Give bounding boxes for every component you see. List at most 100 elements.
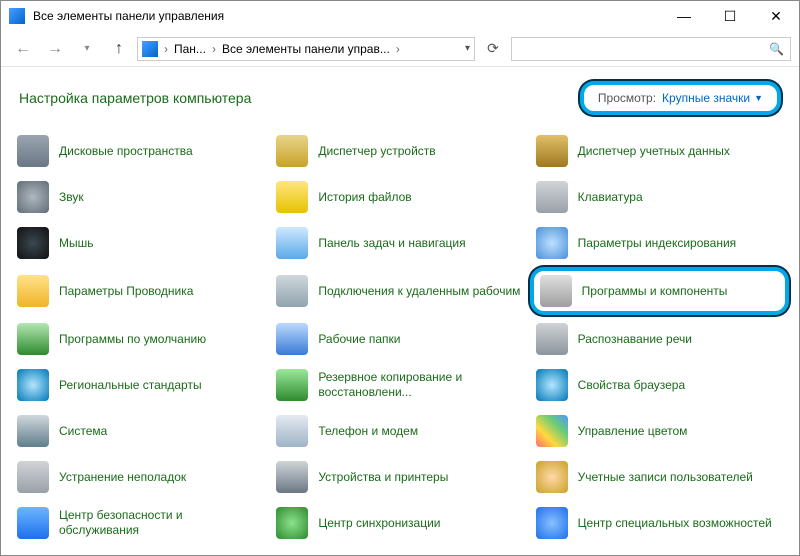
phone-modem-icon [276, 415, 308, 447]
control-panel-item-keyboard[interactable]: Клавиатура [530, 175, 789, 219]
view-selector[interactable]: Просмотр: Крупные значки ▼ [580, 81, 781, 115]
control-panel-item-default-programs[interactable]: Программы по умолчанию [11, 317, 270, 361]
item-label: Дисковые пространства [59, 144, 193, 159]
control-panel-item-sound[interactable]: Звук [11, 175, 270, 219]
control-panel-item-region[interactable]: Региональные стандарты [11, 363, 270, 407]
troubleshooting-icon [17, 461, 49, 493]
item-label: Свойства браузера [578, 378, 686, 393]
storage-spaces-icon [17, 135, 49, 167]
keyboard-icon [536, 181, 568, 213]
address-bar[interactable]: › Пан... › Все элементы панели управ... … [137, 37, 475, 61]
item-label: Диспетчер учетных данных [578, 144, 730, 159]
user-accounts-icon [536, 461, 568, 493]
search-input[interactable]: 🔍 [511, 37, 791, 61]
item-label: Управление цветом [578, 424, 688, 439]
up-button[interactable]: ↑ [105, 35, 133, 63]
item-label: Мышь [59, 236, 94, 251]
view-label: Просмотр: [598, 91, 656, 105]
region-icon [17, 369, 49, 401]
control-panel-item-system[interactable]: Система [11, 409, 270, 453]
view-value[interactable]: Крупные значки ▼ [662, 91, 763, 105]
back-button[interactable]: ← [9, 35, 37, 63]
item-label: Центр безопасности и обслуживания [59, 508, 264, 538]
chevron-right-icon[interactable]: › [212, 42, 216, 56]
item-label: Устройства и принтеры [318, 470, 448, 485]
control-panel-item-internet-options[interactable]: Свойства браузера [530, 363, 789, 407]
item-label: Резервное копирование и восстановлени... [318, 370, 523, 400]
explorer-options-icon [17, 275, 49, 307]
control-panel-item-devices-printers[interactable]: Устройства и принтеры [270, 455, 529, 499]
control-panel-item-remote-desktop[interactable]: Подключения к удаленным рабочим [270, 267, 529, 315]
maximize-button[interactable]: ☐ [707, 1, 753, 31]
control-panel-item-phone-modem[interactable]: Телефон и модем [270, 409, 529, 453]
security-maintenance-icon [17, 507, 49, 539]
item-label: Программы по умолчанию [59, 332, 206, 347]
window-controls: — ☐ ✕ [661, 1, 799, 31]
system-icon [17, 415, 49, 447]
control-panel-item-credential-manager[interactable]: Диспетчер учетных данных [530, 129, 789, 173]
item-label: Устранение неполадок [59, 470, 186, 485]
color-management-icon [536, 415, 568, 447]
mouse-icon [17, 227, 49, 259]
item-label: Учетные записи пользователей [578, 470, 753, 485]
item-label: Параметры индексирования [578, 236, 736, 251]
minimize-button[interactable]: — [661, 1, 707, 31]
default-programs-icon [17, 323, 49, 355]
breadcrumb-item[interactable]: Пан... [174, 42, 206, 56]
control-panel-item-speech-recognition[interactable]: Распознавание речи [530, 317, 789, 361]
control-panel-items-grid: Дисковые пространства Диспетчер устройств… [1, 125, 799, 555]
control-panel-item-programs-features[interactable]: Программы и компоненты [530, 267, 789, 315]
control-panel-item-sync-center[interactable]: Центр синхронизации [270, 501, 529, 545]
chevron-right-icon[interactable]: › [164, 42, 168, 56]
item-label: Региональные стандарты [59, 378, 202, 393]
control-panel-item-storage-spaces[interactable]: Дисковые пространства [11, 129, 270, 173]
control-panel-item-taskbar-navigation[interactable]: Панель задач и навигация [270, 221, 529, 265]
control-panel-item-mouse[interactable]: Мышь [11, 221, 270, 265]
item-label: Центр специальных возможностей [578, 516, 772, 531]
devices-printers-icon [276, 461, 308, 493]
control-panel-item-file-history[interactable]: История файлов [270, 175, 529, 219]
item-label: Панель задач и навигация [318, 236, 465, 251]
item-label: Рабочие папки [318, 332, 400, 347]
credential-manager-icon [536, 135, 568, 167]
control-panel-item-work-folders[interactable]: Рабочие папки [270, 317, 529, 361]
control-panel-item-device-manager[interactable]: Диспетчер устройств [270, 129, 529, 173]
page-title: Настройка параметров компьютера [19, 90, 251, 106]
speech-recognition-icon [536, 323, 568, 355]
titlebar: Все элементы панели управления — ☐ ✕ [1, 1, 799, 31]
window-title: Все элементы панели управления [33, 9, 224, 23]
control-panel-item-ease-of-access[interactable]: Центр специальных возможностей [530, 501, 789, 545]
work-folders-icon [276, 323, 308, 355]
control-panel-item-color-management[interactable]: Управление цветом [530, 409, 789, 453]
item-label: История файлов [318, 190, 411, 205]
item-label: Подключения к удаленным рабочим [318, 284, 520, 299]
device-manager-icon [276, 135, 308, 167]
navigation-bar: ← → ▾ ↑ › Пан... › Все элементы панели у… [1, 31, 799, 67]
forward-button[interactable]: → [41, 35, 69, 63]
search-icon: 🔍 [769, 42, 784, 56]
item-label: Центр синхронизации [318, 516, 440, 531]
control-panel-item-user-accounts[interactable]: Учетные записи пользователей [530, 455, 789, 499]
item-label: Программы и компоненты [582, 284, 728, 299]
control-panel-item-backup-restore[interactable]: Резервное копирование и восстановлени... [270, 363, 529, 407]
item-label: Клавиатура [578, 190, 643, 205]
refresh-button[interactable]: ⟳ [479, 37, 507, 61]
item-label: Телефон и модем [318, 424, 418, 439]
file-history-icon [276, 181, 308, 213]
control-panel-item-security-maintenance[interactable]: Центр безопасности и обслуживания [11, 501, 270, 545]
chevron-right-icon[interactable]: › [396, 42, 400, 56]
content-header: Настройка параметров компьютера Просмотр… [1, 67, 799, 125]
control-panel-item-troubleshooting[interactable]: Устранение неполадок [11, 455, 270, 499]
item-label: Система [59, 424, 107, 439]
recent-locations-button[interactable]: ▾ [73, 35, 101, 63]
breadcrumb-item[interactable]: Все элементы панели управ... [222, 42, 390, 56]
indexing-options-icon [536, 227, 568, 259]
sync-center-icon [276, 507, 308, 539]
programs-features-icon [540, 275, 572, 307]
close-button[interactable]: ✕ [753, 1, 799, 31]
control-panel-item-explorer-options[interactable]: Параметры Проводника [11, 267, 270, 315]
control-panel-item-indexing-options[interactable]: Параметры индексирования [530, 221, 789, 265]
item-label: Диспетчер устройств [318, 144, 435, 159]
address-dropdown-icon[interactable]: ▾ [465, 43, 470, 54]
item-label: Распознавание речи [578, 332, 692, 347]
